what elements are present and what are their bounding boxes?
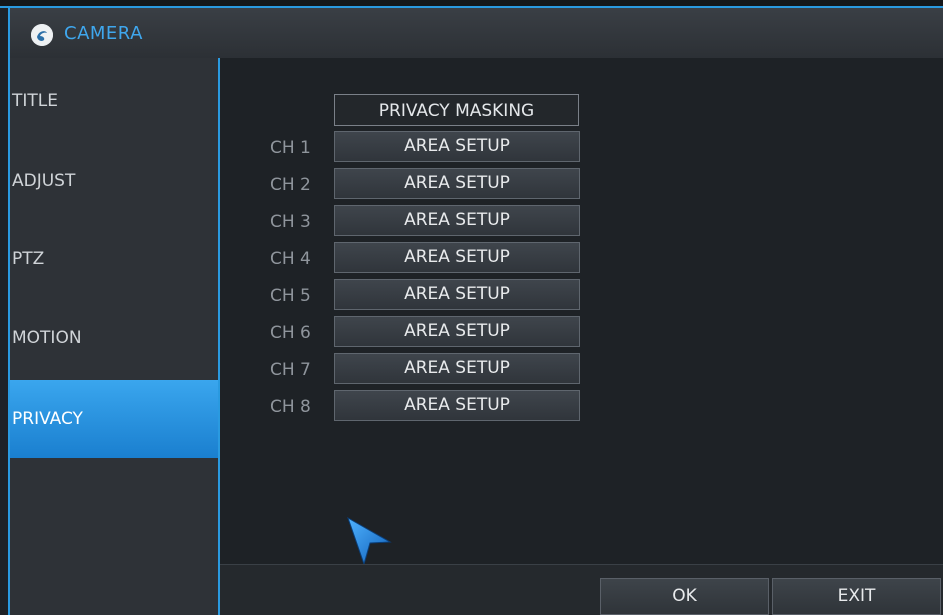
logo-icon xyxy=(31,24,53,46)
sidebar-item-motion[interactable]: MOTION xyxy=(10,298,218,376)
area-setup-button-ch4[interactable]: AREA SETUP xyxy=(334,242,580,273)
area-setup-button-ch6[interactable]: AREA SETUP xyxy=(334,316,580,347)
window-title: CAMERA xyxy=(64,23,143,44)
channel-label: CH 1 xyxy=(270,138,311,158)
sidebar-item-adjust[interactable]: ADJUST xyxy=(10,141,218,219)
channel-label: CH 8 xyxy=(270,397,311,417)
sidebar-item-label: MOTION xyxy=(12,328,82,348)
channel-label: CH 3 xyxy=(270,212,311,232)
sidebar-item-label: ADJUST xyxy=(12,171,76,191)
sidebar-item-privacy[interactable]: PRIVACY xyxy=(10,380,218,458)
area-setup-button-ch1[interactable]: AREA SETUP xyxy=(334,131,580,162)
sidebar-item-label: PTZ xyxy=(12,249,45,269)
privacy-masking-header: PRIVACY MASKING xyxy=(334,94,579,126)
area-setup-button-ch8[interactable]: AREA SETUP xyxy=(334,390,580,421)
channel-label: CH 6 xyxy=(270,323,311,343)
channel-label: CH 2 xyxy=(270,175,311,195)
sidebar-item-label: TITLE xyxy=(12,91,58,111)
channel-label: CH 7 xyxy=(270,360,311,380)
camera-settings-screen: CAMERA TITLE ADJUST PTZ MOTION PRIVACY P… xyxy=(0,0,943,615)
channel-label: CH 4 xyxy=(270,249,311,269)
area-setup-button-ch2[interactable]: AREA SETUP xyxy=(334,168,580,199)
sidebar: TITLE ADJUST PTZ MOTION PRIVACY xyxy=(8,58,220,615)
area-setup-button-ch3[interactable]: AREA SETUP xyxy=(334,205,580,236)
channel-label: CH 5 xyxy=(270,286,311,306)
main-panel: PRIVACY MASKING CH 1 AREA SETUP CH 2 ARE… xyxy=(220,58,943,615)
ok-button[interactable]: OK xyxy=(600,578,769,615)
exit-button[interactable]: EXIT xyxy=(772,578,941,615)
sidebar-item-label: PRIVACY xyxy=(12,409,83,429)
area-setup-button-ch5[interactable]: AREA SETUP xyxy=(334,279,580,310)
sidebar-item-title[interactable]: TITLE xyxy=(10,58,218,136)
bottom-bar: OK EXIT xyxy=(220,564,943,615)
mouse-cursor-icon xyxy=(346,516,392,570)
top-frame xyxy=(0,0,943,8)
title-bar: CAMERA xyxy=(8,8,943,58)
sidebar-item-ptz[interactable]: PTZ xyxy=(10,220,218,298)
area-setup-button-ch7[interactable]: AREA SETUP xyxy=(334,353,580,384)
